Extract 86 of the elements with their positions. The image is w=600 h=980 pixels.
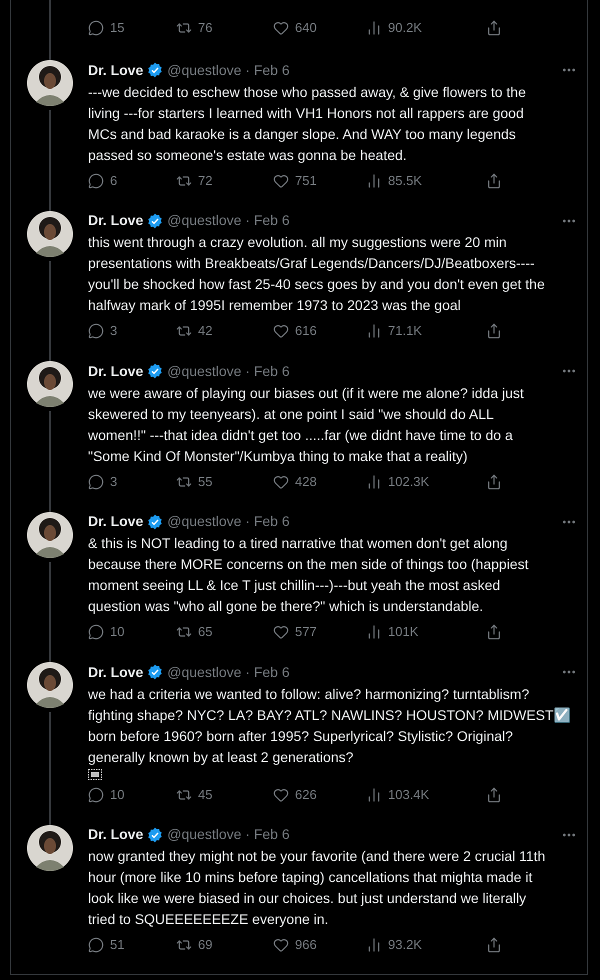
share-icon[interactable] bbox=[486, 474, 502, 490]
like-icon[interactable] bbox=[273, 20, 289, 36]
author-name[interactable]: Dr. Love bbox=[88, 662, 144, 682]
tweet-text: ---we decided to eschew those who passed away, & give flowers to the living ---for starters I learned with VH1 Honors not all rappers are good MCs and bad karaoke is a danger slope. And WAY too many legends passed so someone's estate was gonna be heated. bbox=[88, 82, 527, 165]
handle-date-text: @questlove · Feb 6 bbox=[167, 362, 290, 381]
count-text: 76 bbox=[198, 19, 212, 38]
author-name[interactable]: Dr. Love bbox=[88, 360, 144, 382]
verified-badge-icon bbox=[147, 514, 164, 530]
avatar-icon[interactable] bbox=[27, 361, 73, 407]
verified-badge-icon bbox=[147, 212, 164, 228]
handle-date-text: @questlove · Feb 6 bbox=[167, 512, 290, 531]
views-icon[interactable] bbox=[366, 937, 382, 953]
count-text: 72 bbox=[198, 172, 212, 190]
reply-icon[interactable] bbox=[88, 786, 104, 802]
count-text: 616 bbox=[295, 322, 317, 340]
reply-icon[interactable] bbox=[88, 172, 104, 188]
reply-icon[interactable] bbox=[88, 624, 104, 640]
share-icon[interactable] bbox=[486, 624, 502, 640]
count-text: 3 bbox=[110, 472, 118, 491]
tweet-text: & this is NOT leading to a tired narrative that women don't get along because there MORE concerns on the men side of things too (happiest moment seeing LL & Ice T just chillin---)---but yeah the most asked question was "who all gone be there?" which is understandable. bbox=[88, 534, 530, 616]
author-name[interactable]: Dr. Love bbox=[88, 511, 144, 532]
count-text: 90.2K bbox=[388, 19, 422, 38]
count-text: 640 bbox=[295, 19, 317, 38]
count-text: 85.5K bbox=[388, 172, 422, 190]
views-icon[interactable] bbox=[366, 786, 382, 802]
count-text: 428 bbox=[295, 472, 317, 491]
count-text: 10 bbox=[110, 623, 124, 642]
avatar-icon[interactable] bbox=[27, 662, 73, 708]
share-icon[interactable] bbox=[486, 323, 502, 339]
handle-date-text: @questlove · Feb 6 bbox=[167, 60, 290, 80]
tweet-text: this went through a crazy evolution. all my suggestions were 20 min presentations with Breakbeats/Graf Legends/Dancers/DJ/Beatboxers---- you'll be shocked how fast 25-40 secs goes by and you don't even get the halfway mark of 1995I remember 1973 to 2023 was the goal bbox=[88, 233, 546, 315]
reply-icon[interactable] bbox=[88, 937, 104, 953]
count-text: 71.1K bbox=[388, 322, 422, 340]
like-icon[interactable] bbox=[273, 323, 289, 339]
avatar-icon[interactable] bbox=[27, 824, 73, 870]
handle-date-text: @questlove · Feb 6 bbox=[167, 662, 290, 682]
share-icon[interactable] bbox=[486, 172, 502, 188]
verified-badge-icon bbox=[147, 62, 164, 78]
author-name[interactable]: Dr. Love bbox=[88, 210, 144, 231]
count-text: 55 bbox=[198, 472, 212, 491]
like-icon[interactable] bbox=[273, 937, 289, 953]
author-name[interactable]: Dr. Love bbox=[88, 60, 144, 80]
count-text: 93.2K bbox=[388, 936, 422, 954]
count-text: 65 bbox=[198, 623, 212, 642]
author-name[interactable]: Dr. Love bbox=[88, 824, 144, 845]
avatar-icon[interactable] bbox=[27, 210, 73, 256]
count-text: 45 bbox=[198, 786, 212, 804]
count-text: 103.4K bbox=[388, 786, 430, 804]
tweet-text: we were aware of playing our biases out (if it were me alone? idda just skewered to my teenyears). at one point I said "we should do ALL women!!" ---that idea didn't get too .....far (we didnt have time to do a "Some Kind Of Monster"/Kumbya thing to make that a reality) bbox=[88, 384, 525, 466]
count-text: 101K bbox=[388, 623, 418, 642]
verified-badge-icon bbox=[147, 363, 164, 379]
share-icon[interactable] bbox=[486, 20, 502, 36]
handle-date-text: @questlove · Feb 6 bbox=[167, 825, 290, 844]
like-icon[interactable] bbox=[273, 474, 289, 490]
count-text: 966 bbox=[295, 936, 317, 954]
count-text: 51 bbox=[110, 936, 124, 954]
views-icon[interactable] bbox=[366, 20, 382, 36]
avatar-icon[interactable] bbox=[27, 60, 73, 106]
count-text: 69 bbox=[198, 936, 212, 954]
share-icon[interactable] bbox=[486, 786, 502, 802]
views-icon[interactable] bbox=[366, 172, 382, 188]
reply-icon[interactable] bbox=[88, 474, 104, 490]
count-text: 102.3K bbox=[388, 472, 430, 491]
count-text: 3 bbox=[110, 322, 118, 340]
views-icon[interactable] bbox=[366, 474, 382, 490]
count-text: 15 bbox=[110, 19, 124, 38]
tweet-text: now granted they might not be your favorite (and there were 2 crucial 11th hour (more like 10 mins before taping) cancellations that mighta made it look like we were biased in our choices. but just understand we literally tried to SQUEEEEEEEZE everyone in. bbox=[88, 847, 546, 929]
count-text: 751 bbox=[295, 172, 317, 190]
avatar-icon[interactable] bbox=[27, 512, 73, 558]
share-icon[interactable] bbox=[486, 937, 502, 953]
views-icon[interactable] bbox=[366, 323, 382, 339]
verified-badge-icon bbox=[147, 826, 164, 842]
reply-icon[interactable] bbox=[88, 323, 104, 339]
views-icon[interactable] bbox=[366, 624, 382, 640]
handle-date-text: @questlove · Feb 6 bbox=[167, 211, 290, 230]
count-text: 6 bbox=[110, 172, 118, 190]
count-text: 577 bbox=[295, 623, 317, 642]
reply-icon[interactable] bbox=[88, 20, 104, 36]
verified-badge-icon bbox=[147, 664, 164, 680]
like-icon[interactable] bbox=[273, 786, 289, 802]
like-icon[interactable] bbox=[273, 624, 289, 640]
count-text: 42 bbox=[198, 322, 212, 340]
like-icon[interactable] bbox=[273, 172, 289, 188]
tweet-text: we had a criteria we wanted to follow: alive? harmonizing? turntablism? fighting shape? NYC? LA? BAY? ATL? NAWLINS? HOUSTON? MIDWEST☑ born before 1960? born after 1995? Superlyrical? Stylistic? Original? generally known by at least 2 generations? bbox=[88, 684, 572, 767]
count-text: 10 bbox=[110, 786, 124, 804]
count-text: 626 bbox=[295, 786, 317, 804]
